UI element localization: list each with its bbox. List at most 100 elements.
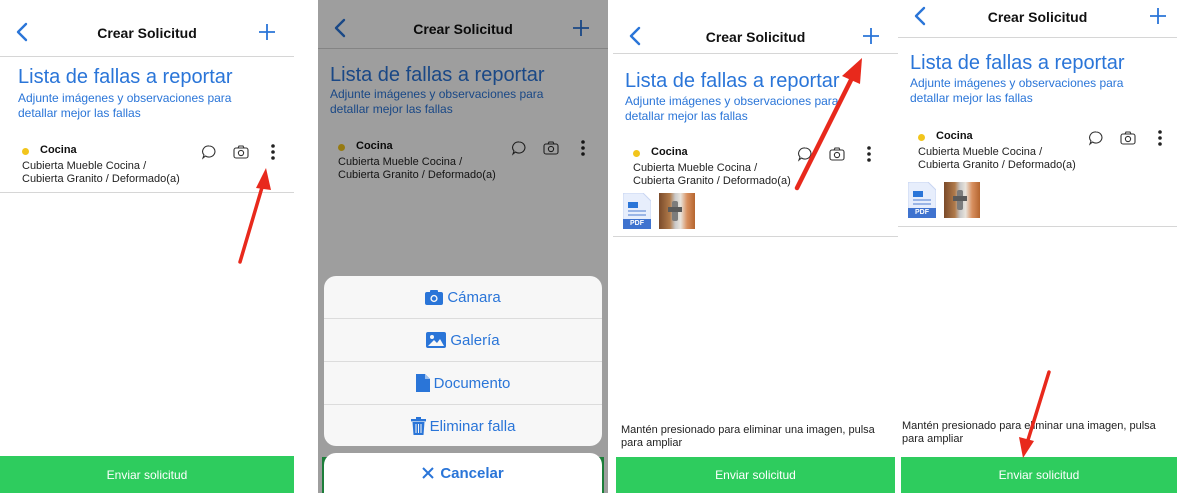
camera-icon xyxy=(233,145,249,159)
fault-line-1: Cubierta Mueble Cocina / xyxy=(918,146,1043,158)
add-button[interactable] xyxy=(1143,0,1173,34)
camera-button[interactable] xyxy=(826,144,848,164)
fault-line-1: Cubierta Mueble Cocina / xyxy=(22,160,147,172)
comment-button[interactable] xyxy=(1085,128,1107,148)
comment-button[interactable] xyxy=(198,142,220,162)
status-dot xyxy=(22,148,29,155)
nav-bar: Crear Solicitud xyxy=(0,8,294,58)
chevron-left-icon xyxy=(16,22,28,42)
document-option-label: Documento xyxy=(433,374,511,392)
screen-2: Crear Solicitud Lista de fallas a report… xyxy=(318,0,608,493)
hint-text: Mantén presionado para eliminar una imag… xyxy=(902,420,1156,445)
fault-line-2: Cubierta Granito / Deformado(a) xyxy=(633,175,791,187)
back-button[interactable] xyxy=(623,18,647,54)
send-request-button[interactable]: Enviar solicitud xyxy=(616,457,895,493)
camera-icon xyxy=(1120,131,1136,145)
plus-icon xyxy=(1150,8,1166,24)
status-dot xyxy=(918,134,925,141)
divider xyxy=(0,192,294,193)
comment-icon xyxy=(1088,131,1103,146)
camera-option-label: Cámara xyxy=(447,288,501,306)
fault-actions xyxy=(198,142,284,162)
photo-attachment[interactable] xyxy=(659,193,695,229)
fault-actions xyxy=(794,144,880,164)
camera-icon xyxy=(425,289,444,305)
comment-button[interactable] xyxy=(794,144,816,164)
list-title: Lista de fallas a reportar xyxy=(18,66,233,88)
more-options-button[interactable] xyxy=(1149,128,1171,148)
page-title: Crear Solicitud xyxy=(705,29,806,45)
nav-bar: Crear Solicitud xyxy=(898,0,1177,42)
chevron-left-icon xyxy=(914,6,926,26)
divider xyxy=(0,56,294,57)
page-title: Crear Solicitud xyxy=(987,9,1088,25)
status-dot xyxy=(633,150,640,157)
pdf-badge: PDF xyxy=(915,209,929,216)
camera-button[interactable] xyxy=(230,142,252,162)
nav-bar: Crear Solicitud xyxy=(613,12,898,62)
fault-name: Cocina xyxy=(40,144,77,156)
screen-3: Crear Solicitud Lista de fallas a report… xyxy=(613,0,898,493)
divider xyxy=(898,37,1177,38)
send-request-button[interactable]: Enviar solicitud xyxy=(901,457,1177,493)
add-button[interactable] xyxy=(252,14,282,50)
back-button[interactable] xyxy=(10,14,34,50)
more-options-button[interactable] xyxy=(858,144,880,164)
send-request-button[interactable]: Enviar solicitud xyxy=(0,456,294,493)
camera-button[interactable] xyxy=(1117,128,1139,148)
delete-fault-option-label: Eliminar falla xyxy=(429,417,516,435)
plus-icon xyxy=(259,24,275,40)
page-title: Crear Solicitud xyxy=(97,25,197,41)
back-button[interactable] xyxy=(908,0,932,34)
fault-description: Cubierta Mueble Cocina / Cubierta Granit… xyxy=(633,162,791,188)
divider xyxy=(898,226,1177,227)
comment-icon xyxy=(797,147,812,162)
more-vertical-icon xyxy=(271,144,275,160)
gallery-option-label: Galería xyxy=(450,331,500,349)
gallery-option[interactable]: Galería xyxy=(324,319,602,362)
list-subtitle: Adjunte imágenes y observaciones para de… xyxy=(910,76,1124,105)
attachment-thumbnails: PDF xyxy=(622,192,695,230)
list-title: Lista de fallas a reportar xyxy=(910,52,1125,74)
screen-1: Crear Solicitud Lista de fallas a report… xyxy=(0,0,294,493)
camera-option[interactable]: Cámara xyxy=(324,276,602,319)
more-vertical-icon xyxy=(867,146,871,162)
fault-description: Cubierta Mueble Cocina / Cubierta Granit… xyxy=(918,146,1076,172)
action-sheet: Cámara Galería Documento Eliminar falla xyxy=(324,276,602,446)
more-vertical-icon xyxy=(1158,130,1162,146)
close-icon xyxy=(422,467,435,479)
plus-icon xyxy=(863,28,879,44)
more-options-button[interactable] xyxy=(262,142,284,162)
document-option[interactable]: Documento xyxy=(324,362,602,405)
fault-line-2: Cubierta Granito / Deformado(a) xyxy=(22,173,180,185)
trash-icon xyxy=(410,417,426,435)
pdf-badge: PDF xyxy=(630,220,644,227)
divider xyxy=(613,236,898,237)
fault-line-2: Cubierta Granito / Deformado(a) xyxy=(918,159,1076,171)
photo-attachment[interactable] xyxy=(944,182,980,218)
list-subtitle: Adjunte imágenes y observaciones para de… xyxy=(18,91,232,120)
fault-description: Cubierta Mueble Cocina / Cubierta Granit… xyxy=(22,160,180,186)
attachment-thumbnails: PDF xyxy=(907,181,980,219)
document-icon xyxy=(415,374,430,392)
hint-text: Mantén presionado para eliminar una imag… xyxy=(621,424,875,449)
fault-name: Cocina xyxy=(651,146,688,158)
door-handle-shape xyxy=(668,207,682,212)
camera-icon xyxy=(829,147,845,161)
gallery-icon xyxy=(426,332,447,348)
cancel-button-label: Cancelar xyxy=(440,464,504,482)
divider xyxy=(613,53,898,54)
fault-name: Cocina xyxy=(936,130,973,142)
comment-icon xyxy=(201,145,216,160)
list-subtitle: Adjunte imágenes y observaciones para de… xyxy=(625,94,839,123)
pdf-attachment[interactable]: PDF xyxy=(907,181,937,219)
cancel-button[interactable]: Cancelar xyxy=(324,453,602,493)
fault-actions xyxy=(1085,128,1171,148)
screen-4: Crear Solicitud Lista de fallas a report… xyxy=(898,0,1177,493)
chevron-left-icon xyxy=(629,26,641,46)
list-title: Lista de fallas a reportar xyxy=(625,70,840,92)
pdf-attachment[interactable]: PDF xyxy=(622,192,652,230)
add-button[interactable] xyxy=(856,18,886,54)
door-handle-shape xyxy=(953,196,967,201)
delete-fault-option[interactable]: Eliminar falla xyxy=(324,405,602,446)
